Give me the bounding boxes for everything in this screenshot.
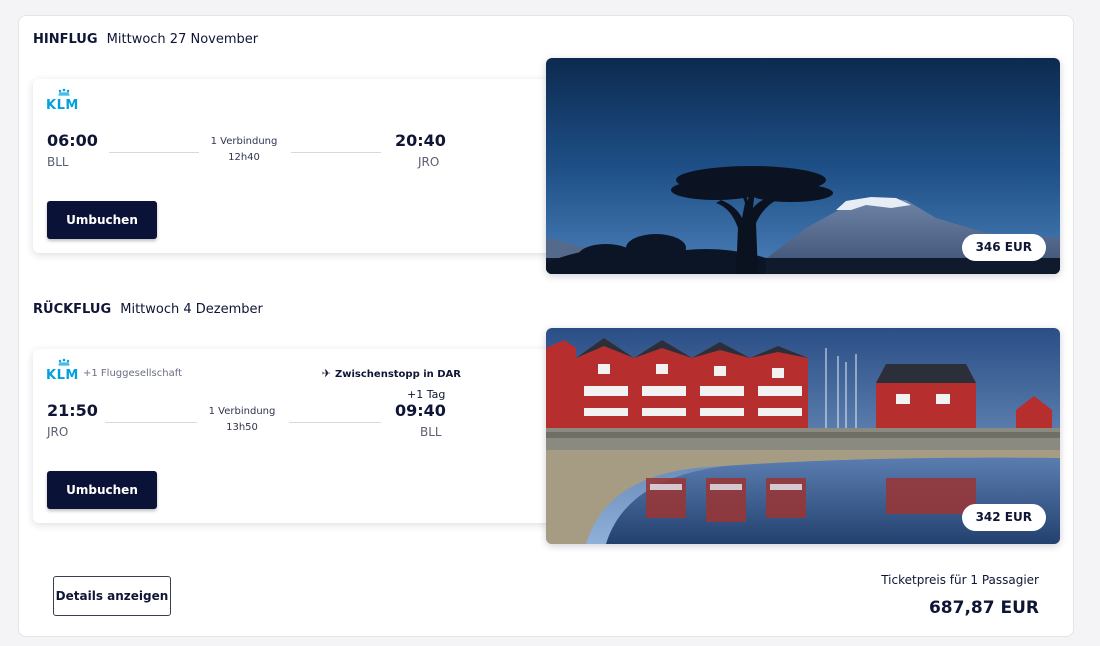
connections-label: 1 Verbindung — [210, 136, 278, 147]
route-line-right — [289, 422, 381, 423]
svg-text:KLM: KLM — [46, 368, 79, 380]
duration-label: 13h50 — [226, 422, 258, 433]
duration-label: 12h40 — [228, 152, 260, 163]
outbound-kind-label: HINFLUG — [33, 32, 98, 47]
route-line-left — [105, 422, 197, 423]
return-kind-label: RÜCKFLUG — [33, 302, 112, 317]
return-date-label: Mittwoch 4 Dezember — [120, 302, 263, 317]
airplane-icon: ✈ — [321, 367, 331, 380]
klm-logo-icon: KLM — [46, 358, 79, 380]
show-details-button[interactable]: Details anzeigen — [53, 576, 171, 616]
arrival-airport: JRO — [418, 155, 440, 169]
day-offset-label: +1 Tag — [407, 388, 446, 401]
svg-text:KLM: KLM — [46, 98, 79, 110]
outbound-flight-card: KLM 06:00 BLL 1 Verbindung 12h40 20:40 J… — [33, 79, 563, 253]
arrival-airport: BLL — [420, 425, 442, 439]
departure-time: 21:50 — [47, 401, 98, 420]
return-rebook-button[interactable]: Umbuchen — [47, 471, 157, 509]
departure-airport: BLL — [47, 155, 69, 169]
route-line-left — [109, 152, 199, 153]
outbound-date-label: Mittwoch 27 November — [106, 32, 259, 47]
stopover-label: Zwischenstopp in DAR — [335, 369, 461, 380]
departure-time: 06:00 — [47, 131, 98, 150]
connections-label: 1 Verbindung — [208, 406, 276, 417]
route-line-right — [291, 152, 381, 153]
arrival-time: 09:40 — [395, 401, 446, 420]
extra-airlines-label: +1 Fluggesellschaft — [83, 368, 182, 379]
return-price-badge: 342 EUR — [961, 504, 1046, 531]
outbound-destination-image: 346 EUR — [546, 58, 1060, 274]
klm-logo-icon: KLM — [46, 88, 79, 110]
ticket-price-label: Ticketpreis für 1 Passagier — [881, 573, 1039, 587]
return-heading: RÜCKFLUG Mittwoch 4 Dezember — [33, 302, 263, 317]
return-flight-card: KLM +1 Fluggesellschaft ✈ Zwischenstopp i… — [33, 349, 563, 523]
outbound-price-badge: 346 EUR — [961, 234, 1046, 261]
stopover-indicator: ✈ Zwischenstopp in DAR — [322, 367, 461, 380]
outbound-rebook-button[interactable]: Umbuchen — [47, 201, 157, 239]
ticket-price-total: 687,87 EUR — [928, 598, 1039, 618]
trip-panel: HINFLUG Mittwoch 27 November KLM 06:00 B… — [18, 15, 1074, 637]
departure-airport: JRO — [47, 425, 69, 439]
return-destination-image: 342 EUR — [546, 328, 1060, 544]
arrival-time: 20:40 — [395, 131, 446, 150]
outbound-heading: HINFLUG Mittwoch 27 November — [33, 32, 258, 47]
